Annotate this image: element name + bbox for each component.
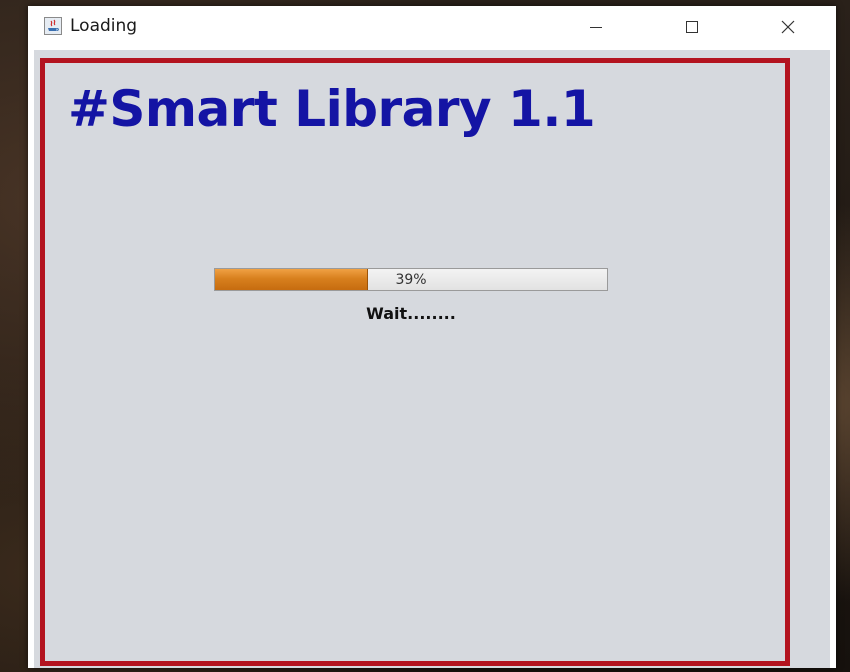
red-frame-border <box>40 58 790 666</box>
close-button[interactable] <box>758 6 818 48</box>
close-icon <box>781 20 795 34</box>
maximize-button[interactable] <box>662 6 722 48</box>
status-text: Wait........ <box>366 304 456 323</box>
maximize-icon <box>686 21 698 33</box>
progress-percent-label: 39% <box>395 271 427 288</box>
title-bar[interactable]: Loading <box>28 6 836 48</box>
window-content: #Smart Library 1.1 39% Wait........ <box>34 50 830 668</box>
minimize-icon <box>590 27 602 28</box>
loading-progress-bar: 39% <box>214 268 608 291</box>
java-app-icon <box>44 17 62 35</box>
minimize-button[interactable] <box>566 6 626 48</box>
loading-window: Loading #Smart Library 1.1 39% Wait.....… <box>28 6 836 668</box>
window-title: Loading <box>70 16 138 36</box>
app-heading: #Smart Library 1.1 <box>68 80 596 138</box>
